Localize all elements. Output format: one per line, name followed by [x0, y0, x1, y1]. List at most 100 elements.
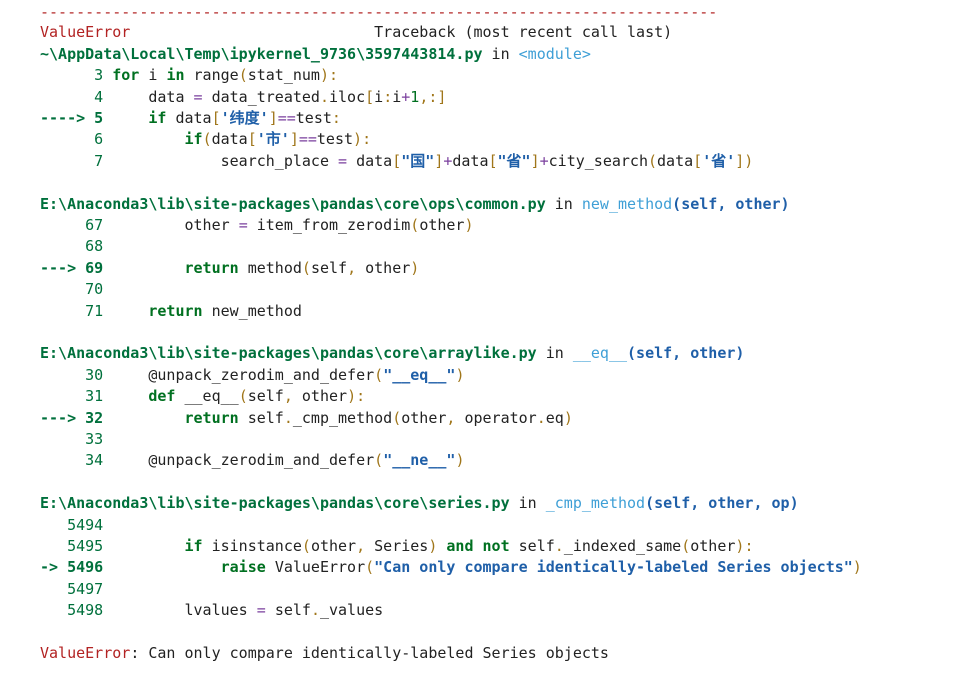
code-token: :: [356, 387, 366, 406]
code-token: isinstance: [211, 537, 302, 555]
code-token: data: [211, 130, 248, 149]
code-token: self: [247, 408, 284, 427]
code-token: "省": [497, 151, 531, 170]
frame-function: new_method: [581, 194, 673, 213]
line-number: ---> 69: [40, 258, 113, 277]
line-code: @unpack_zerodim_and_defer("__eq__"): [112, 366, 464, 384]
code-line: 7 search_place = data["国"]+data["省"]+cit…: [40, 151, 753, 171]
code-token: i: [374, 87, 384, 106]
line-number: 30: [40, 365, 113, 384]
code-token: method: [247, 258, 302, 277]
code-token: =: [193, 87, 203, 106]
code-token: =: [338, 151, 348, 170]
line-number: ---> 32: [40, 408, 113, 427]
code-token: :: [744, 537, 754, 555]
line-number: 5497: [40, 579, 113, 598]
frame-file-path: ~\AppData\Local\Temp\ipykernel_9736\3597…: [40, 44, 483, 63]
frame-file-path: E:\Anaconda3\lib\site-packages\pandas\co…: [40, 344, 537, 363]
line-code: return new_method: [112, 302, 302, 320]
code-token: ): [464, 216, 474, 234]
frame-args: (self, other): [672, 194, 790, 213]
traceback-header: Traceback (most recent call last): [374, 23, 673, 42]
code-token: (: [301, 258, 311, 277]
line-code: @unpack_zerodim_and_defer("__ne__"): [112, 451, 464, 469]
code-token: :: [331, 109, 341, 127]
code-token: (: [374, 365, 384, 384]
code-token: .: [319, 87, 329, 106]
code-token: ): [455, 365, 465, 384]
code-token: (: [301, 537, 311, 555]
line-code: def __eq__(self, other):: [112, 387, 365, 405]
code-token: '省': [702, 151, 736, 170]
code-token: [: [211, 109, 221, 127]
line-code: if isinstance(other, Series) and not sel…: [112, 537, 754, 555]
code-token: eq: [545, 408, 564, 427]
code-token: data: [452, 151, 489, 170]
code-token: "Can only compare identically-labeled Se…: [374, 558, 853, 577]
code-token: other: [310, 537, 357, 555]
code-line: 4 data = data_treated.iloc[i:i+1,:]: [40, 87, 446, 107]
code-token: if: [184, 537, 203, 555]
code-token: stat_num: [247, 66, 320, 85]
code-token: ): [563, 408, 573, 427]
code-line: 3 for i in range(stat_num):: [40, 65, 338, 85]
code-token: operator: [464, 408, 537, 427]
code-token: :: [383, 87, 393, 106]
code-token: (: [392, 408, 402, 427]
frame-location: E:\Anaconda3\lib\site-packages\pandas\co…: [40, 194, 790, 214]
code-token: __eq__: [184, 387, 239, 406]
code-token: ]: [530, 151, 540, 170]
current-code-line: ---> 32 return self._cmp_method(other, o…: [40, 408, 573, 428]
code-token: (: [648, 151, 658, 170]
frame-in-text: in: [545, 194, 582, 213]
frame-location: ~\AppData\Local\Temp\ipykernel_9736\3597…: [40, 44, 591, 64]
code-token: .: [283, 408, 293, 427]
code-token: other: [365, 258, 411, 277]
frame-location: E:\Anaconda3\lib\site-packages\pandas\co…: [40, 343, 744, 363]
code-token: ): [410, 258, 420, 277]
code-token: :: [329, 66, 339, 85]
code-token: [: [365, 87, 375, 106]
final-error-name: ValueError: [40, 644, 131, 662]
current-code-line: ---> 69 return method(self, other): [40, 258, 419, 278]
code-token: _values: [319, 601, 384, 620]
line-code: return self._cmp_method(other, operator.…: [112, 409, 573, 427]
code-token: return: [148, 301, 203, 320]
code-token: (: [238, 66, 248, 85]
line-number: 3: [40, 66, 113, 85]
frame-in-text: in: [536, 344, 573, 363]
line-code: return method(self, other): [112, 258, 420, 277]
code-token: iloc: [329, 87, 366, 106]
frame-function: _cmp_method: [545, 494, 646, 513]
traceback-header-line: ValueError Traceback (most recent call l…: [40, 22, 672, 42]
code-token: self: [247, 387, 284, 406]
code-token: search_place: [220, 151, 329, 170]
code-token: data: [657, 151, 694, 170]
code-line: 31 def __eq__(self, other):: [40, 386, 365, 406]
code-token: [: [693, 151, 703, 170]
line-code: if(data['市']==test):: [112, 130, 372, 149]
line-number: 4: [40, 87, 113, 106]
code-token: .: [310, 601, 320, 620]
line-number: ----> 5: [40, 109, 113, 127]
frame-location: E:\Anaconda3\lib\site-packages\pandas\co…: [40, 493, 799, 513]
code-token: (: [202, 130, 212, 149]
code-token: (: [365, 558, 375, 577]
code-token: .: [554, 537, 564, 555]
code-token: self: [310, 258, 348, 277]
